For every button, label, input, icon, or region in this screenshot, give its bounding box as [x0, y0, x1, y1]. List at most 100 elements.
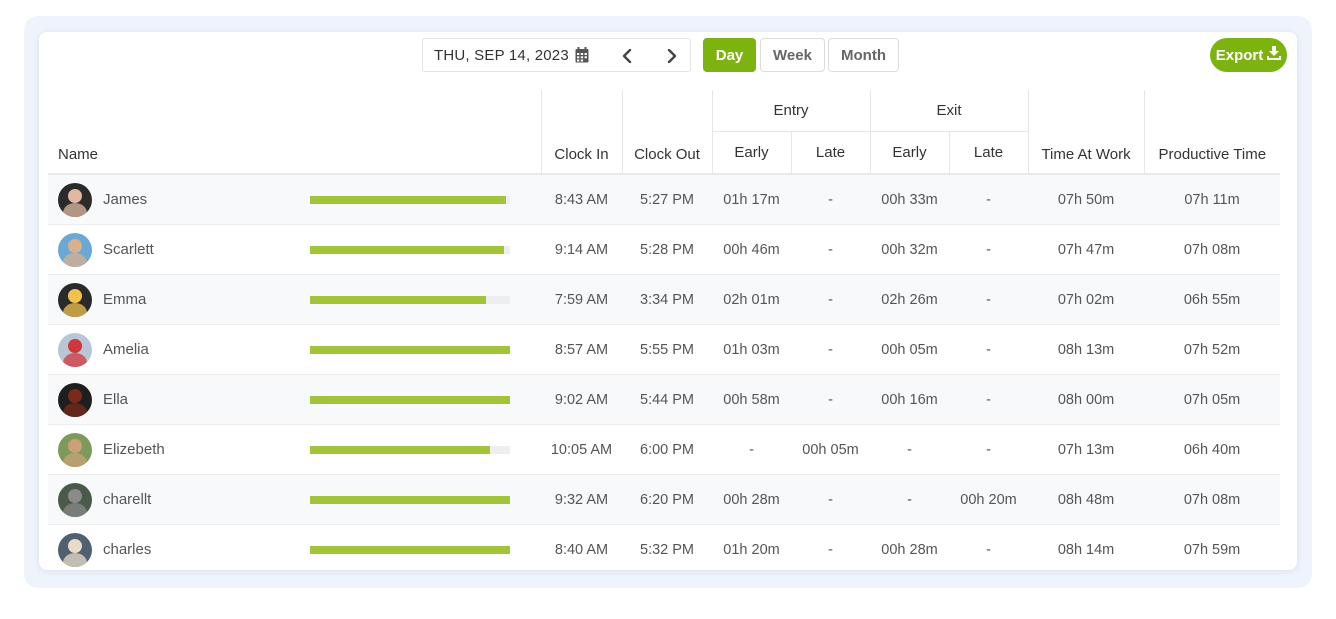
header-name[interactable]: Name	[48, 90, 541, 175]
avatar[interactable]	[58, 232, 92, 267]
cell-name: Scarlett	[48, 224, 541, 275]
cell-clock-out: 5:32 PM	[622, 524, 712, 575]
productivity-bar-fill	[310, 495, 510, 504]
cell-entry-early: 02h 01m	[712, 274, 791, 325]
avatar[interactable]	[58, 182, 92, 217]
productivity-bar-fill	[310, 545, 510, 554]
cell-time-at-work: 08h 00m	[1028, 374, 1145, 425]
header-exit: Exit	[869, 90, 1029, 132]
cell-name: Emma	[48, 274, 541, 325]
cell-productive-time: 06h 55m	[1144, 274, 1281, 325]
view-week-button[interactable]: Week	[760, 38, 825, 72]
productivity-bar	[310, 295, 510, 304]
cell-exit-late: -	[949, 224, 1029, 275]
productivity-bar	[310, 195, 510, 204]
cell-entry-early: 01h 03m	[712, 324, 791, 375]
employee-name[interactable]: Emma	[103, 291, 303, 308]
cell-entry-late: -	[791, 524, 871, 575]
cell-name: charles	[48, 524, 541, 575]
view-day-button[interactable]: Day	[703, 38, 756, 72]
cell-clock-out: 5:28 PM	[622, 224, 712, 275]
table-row[interactable]: Scarlett 9:14 AM 5:28 PM 00h 46m -00h 32m -07…	[48, 224, 1281, 275]
avatar[interactable]	[58, 382, 92, 417]
cell-exit-early: 00h 28m	[870, 524, 950, 575]
cell-entry-late: -	[791, 174, 871, 225]
cell-entry-late: -	[791, 274, 871, 325]
productivity-bar-fill	[310, 195, 506, 204]
header-exit-late[interactable]: Late	[948, 131, 1029, 175]
cell-clock-out: 5:27 PM	[622, 174, 712, 225]
table-row[interactable]: Ella 9:02 AM 5:44 PM 00h 58m -00h 16m -08h 00…	[48, 374, 1281, 425]
cell-entry-early: 01h 20m	[712, 524, 791, 575]
date-picker[interactable]: THU, SEP 14, 2023	[422, 38, 691, 72]
cell-exit-early: 00h 33m	[870, 174, 950, 225]
cell-clock-in: 8:57 AM	[541, 324, 622, 375]
cell-productive-time: 07h 08m	[1144, 224, 1281, 275]
view-month-button[interactable]: Month	[828, 38, 899, 72]
cell-exit-late: 00h 20m	[949, 474, 1029, 525]
cell-clock-in: 9:14 AM	[541, 224, 622, 275]
table-row[interactable]: James 8:43 AM 5:27 PM 01h 17m -00h 33m -07h 5…	[48, 174, 1281, 225]
cell-entry-early: 01h 17m	[712, 174, 791, 225]
employee-name[interactable]: James	[103, 191, 303, 208]
header-entry-early[interactable]: Early	[711, 131, 791, 175]
cell-exit-late: -	[949, 374, 1029, 425]
attendance-card: THU, SEP 14, 2023 Day Week Month Export …	[39, 32, 1297, 575]
employee-name[interactable]: charles	[103, 541, 303, 558]
cell-clock-out: 3:34 PM	[622, 274, 712, 325]
employee-name[interactable]: charellt	[103, 491, 303, 508]
cell-time-at-work: 07h 47m	[1028, 224, 1145, 275]
header-clock-out[interactable]: Clock Out	[621, 90, 712, 175]
table-row[interactable]: Elizebeth 10:05 AM 6:00 PM -00h 05m - -07h 13…	[48, 424, 1281, 475]
table-row[interactable]: charles 8:40 AM 5:32 PM 01h 20m -00h 28m -08h…	[48, 524, 1281, 575]
employee-name[interactable]: Ella	[103, 391, 303, 408]
header-exit-early[interactable]: Early	[869, 131, 950, 175]
avatar[interactable]	[58, 332, 92, 367]
export-button[interactable]: Export	[1210, 38, 1287, 72]
header-entry-late[interactable]: Late	[790, 131, 871, 175]
productivity-bar-fill	[310, 245, 504, 254]
cell-exit-early: 02h 26m	[870, 274, 950, 325]
chevron-left-icon[interactable]	[616, 45, 638, 67]
avatar[interactable]	[58, 282, 92, 317]
cell-entry-early: 00h 28m	[712, 474, 791, 525]
productivity-bar	[310, 245, 510, 254]
cell-clock-in: 9:02 AM	[541, 374, 622, 425]
avatar[interactable]	[58, 532, 92, 567]
calendar-icon[interactable]	[575, 47, 589, 68]
cell-entry-early: 00h 46m	[712, 224, 791, 275]
cell-exit-late: -	[949, 274, 1029, 325]
header-time-at-work[interactable]: Time At Work	[1027, 90, 1145, 175]
table-row[interactable]: Emma 7:59 AM 3:34 PM 02h 01m -02h 26m -07h 02…	[48, 274, 1281, 325]
header-clock-in[interactable]: Clock In	[540, 90, 622, 175]
productivity-bar	[310, 345, 510, 354]
employee-name[interactable]: Elizebeth	[103, 441, 303, 458]
avatar[interactable]	[58, 432, 92, 467]
header-productive-time[interactable]: Productive Time	[1143, 90, 1281, 175]
avatar[interactable]	[58, 482, 92, 517]
cell-time-at-work: 07h 13m	[1028, 424, 1145, 475]
cell-entry-early: -	[712, 424, 791, 475]
cell-clock-in: 7:59 AM	[541, 274, 622, 325]
productivity-bar	[310, 395, 510, 404]
cell-clock-in: 10:05 AM	[541, 424, 622, 475]
cell-entry-early: 00h 58m	[712, 374, 791, 425]
cell-exit-early: -	[870, 474, 950, 525]
export-label: Export	[1215, 46, 1264, 64]
table-row[interactable]: Amelia 8:57 AM 5:55 PM 01h 03m -00h 05m -08h …	[48, 324, 1281, 375]
cell-name: Ella	[48, 374, 541, 425]
cell-name: charellt	[48, 474, 541, 525]
employee-name[interactable]: Scarlett	[103, 241, 303, 258]
table-row[interactable]: charellt 9:32 AM 6:20 PM 00h 28m - -00h 20m 08…	[48, 474, 1281, 525]
cell-time-at-work: 08h 13m	[1028, 324, 1145, 375]
cell-productive-time: 06h 40m	[1144, 424, 1281, 475]
cell-productive-time: 07h 05m	[1144, 374, 1281, 425]
productivity-bar	[310, 495, 510, 504]
productivity-bar-fill	[310, 295, 486, 304]
chevron-right-icon[interactable]	[661, 45, 683, 67]
productivity-bar-fill	[310, 445, 490, 454]
employee-name[interactable]: Amelia	[103, 341, 303, 358]
cell-productive-time: 07h 08m	[1144, 474, 1281, 525]
header-entry: Entry	[711, 90, 871, 132]
cell-time-at-work: 07h 50m	[1028, 174, 1145, 225]
